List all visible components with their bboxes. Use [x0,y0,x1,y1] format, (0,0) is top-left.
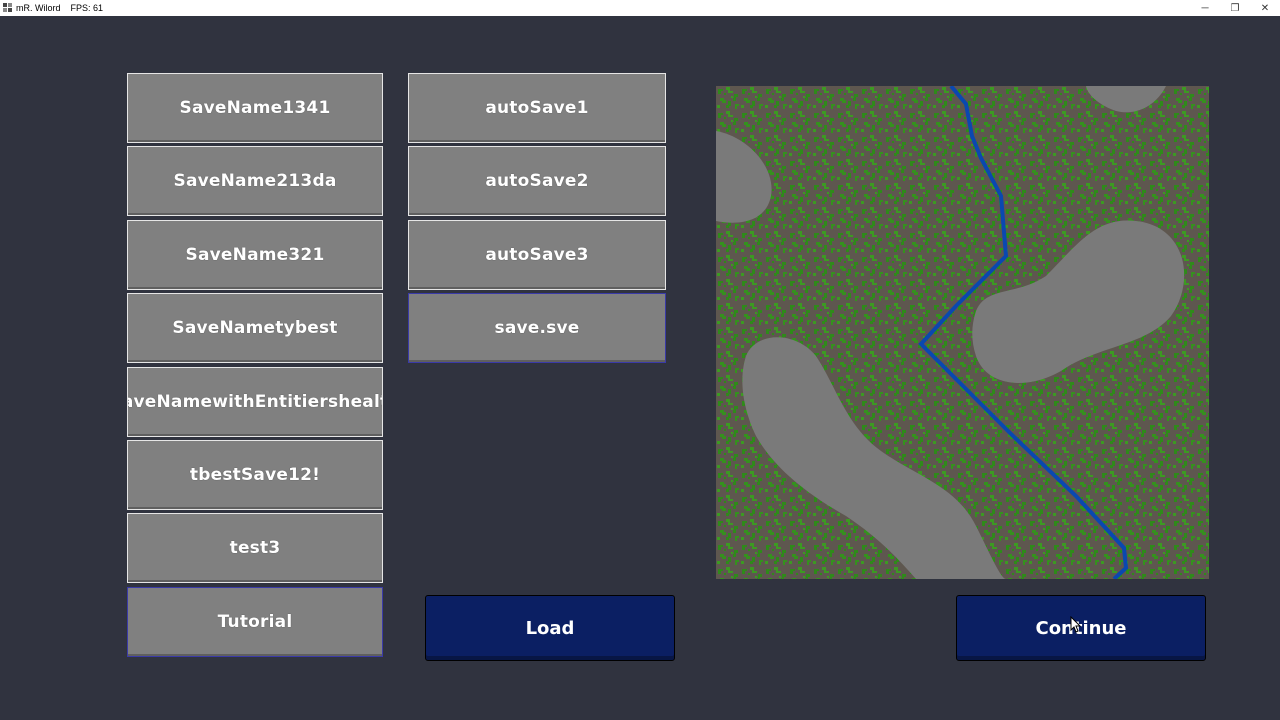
save-slot-button[interactable]: tbestSave12! [127,440,383,510]
save-file-button-selected[interactable]: save.sve [408,293,666,363]
fps-counter: FPS: 61 [70,3,104,13]
minimize-icon[interactable]: ─ [1190,0,1220,16]
autosave-slot-button[interactable]: autoSave3 [408,220,666,290]
save-slot-button-selected[interactable]: Tutorial [127,587,383,657]
mouse-cursor-icon [1070,616,1082,633]
autosave-slot-button[interactable]: autoSave2 [408,146,666,216]
close-icon[interactable]: ✕ [1250,0,1280,16]
save-slot-button[interactable]: test3 [127,513,383,583]
autosave-slot-button[interactable]: autoSave1 [408,73,666,143]
save-slot-button[interactable]: SaveName1341 [127,73,383,143]
window-controls: ─ ❐ ✕ [1190,0,1280,16]
window-titlebar: mR. Wilord FPS: 61 ─ ❐ ✕ [0,0,1280,16]
window-title: mR. Wilord [16,3,61,13]
maximize-icon[interactable]: ❐ [1220,0,1250,16]
save-slot-button[interactable]: SaveNamewithEntitiershealth [127,367,383,437]
save-slot-button[interactable]: SaveNametybest [127,293,383,363]
app-icon [3,3,12,12]
world-map-preview [716,86,1209,579]
save-slot-button[interactable]: SaveName321 [127,220,383,290]
load-button[interactable]: Load [425,595,675,661]
save-slot-button[interactable]: SaveName213da [127,146,383,216]
